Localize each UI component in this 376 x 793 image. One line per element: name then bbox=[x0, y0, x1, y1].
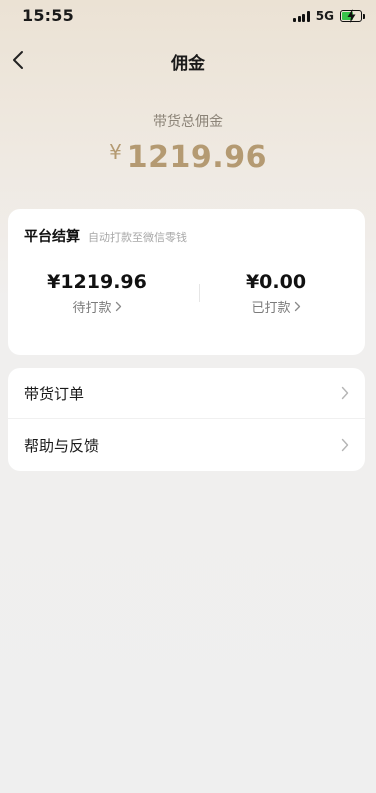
menu-item-label: 带货订单 bbox=[24, 385, 85, 403]
status-time: 15:55 bbox=[22, 6, 74, 25]
chevron-right-icon bbox=[341, 438, 349, 452]
paid-label: 已打款 bbox=[251, 301, 291, 316]
menu-item-orders[interactable]: 带货订单 bbox=[8, 368, 365, 419]
pending-label: 待打款 bbox=[72, 301, 112, 316]
pending-payment[interactable]: ¥1219.96 待打款 bbox=[8, 271, 186, 316]
paid-amount: ¥0.00 bbox=[245, 271, 307, 293]
paid-payment[interactable]: ¥0.00 已打款 bbox=[187, 271, 365, 316]
status-bar: 15:55 5G bbox=[0, 0, 376, 34]
total-commission-value: 1219.96 bbox=[126, 140, 267, 175]
chevron-right-icon bbox=[115, 301, 121, 312]
network-type: 5G bbox=[315, 9, 334, 23]
chevron-right-icon bbox=[294, 301, 300, 312]
menu-item-help-feedback[interactable]: 帮助与反馈 bbox=[8, 420, 365, 471]
battery-icon bbox=[340, 9, 365, 23]
signal-icon bbox=[293, 10, 310, 22]
total-commission-label: 带货总佣金 bbox=[153, 114, 223, 130]
menu-item-label: 帮助与反馈 bbox=[24, 437, 100, 455]
page-title: 佣金 bbox=[171, 54, 205, 74]
settlement-subtitle: 自动打款至微信零钱 bbox=[88, 231, 187, 244]
chevron-right-icon bbox=[341, 386, 349, 400]
nav-bar: 佣金 bbox=[0, 40, 376, 80]
pending-amount: ¥1219.96 bbox=[47, 271, 147, 293]
settlement-title: 平台结算 bbox=[24, 229, 80, 245]
status-icons: 5G bbox=[293, 9, 365, 23]
currency-symbol: ¥ bbox=[109, 140, 122, 164]
total-commission-amount: ¥1219.96 bbox=[0, 140, 376, 175]
menu-card: 带货订单 帮助与反馈 bbox=[8, 368, 365, 471]
settlement-header: 平台结算 自动打款至微信零钱 bbox=[24, 226, 187, 246]
settlement-card: 平台结算 自动打款至微信零钱 ¥1219.96 待打款 ¥0.00 已打款 bbox=[8, 209, 365, 355]
